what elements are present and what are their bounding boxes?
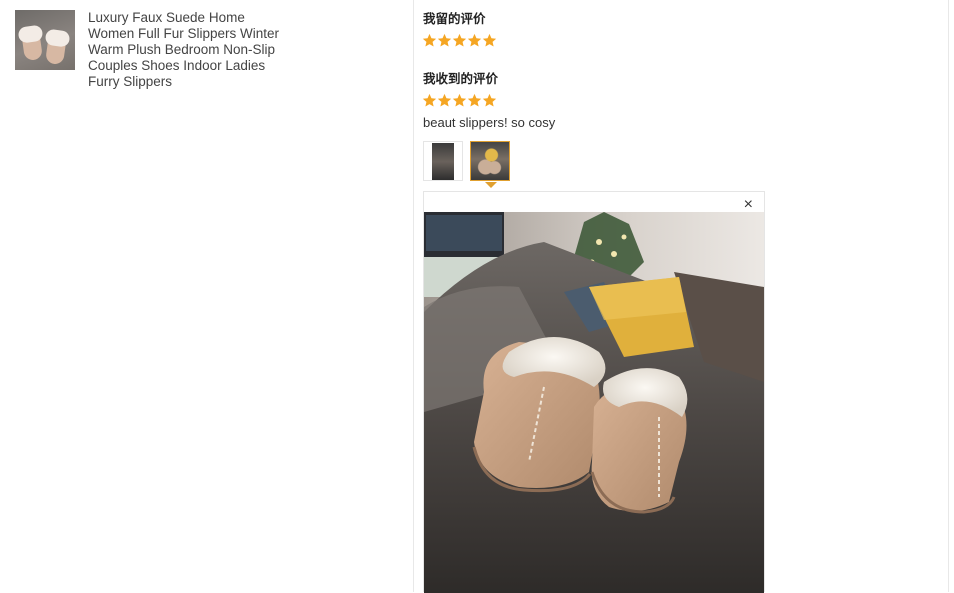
star-icon bbox=[437, 93, 452, 107]
review-photo-1 bbox=[432, 143, 454, 180]
star-icon bbox=[452, 93, 467, 107]
product-title-link[interactable]: Luxury Faux Suede Home Women Full Fur Sl… bbox=[88, 10, 288, 90]
star-icon bbox=[467, 93, 482, 107]
my-review-stars bbox=[422, 33, 497, 48]
photo-viewer: × bbox=[423, 191, 765, 593]
star-icon bbox=[422, 33, 437, 47]
slipper-image-right bbox=[44, 32, 68, 66]
product-thumbnail[interactable] bbox=[15, 10, 75, 70]
review-photo-thumbnail-2[interactable] bbox=[470, 141, 510, 181]
column-divider bbox=[948, 0, 949, 592]
column-divider bbox=[413, 0, 414, 592]
star-icon bbox=[422, 93, 437, 107]
review-text: beaut slippers! so cosy bbox=[423, 115, 556, 130]
review-photo-large bbox=[424, 212, 764, 593]
my-review-label: 我留的评价 bbox=[423, 12, 486, 26]
star-icon bbox=[467, 33, 482, 47]
star-icon bbox=[482, 93, 497, 107]
review-photo-thumbnail-1[interactable] bbox=[423, 141, 463, 181]
star-icon bbox=[452, 33, 467, 47]
review-photo-2 bbox=[475, 146, 505, 176]
received-review-stars bbox=[422, 93, 497, 108]
slipper-image-left bbox=[20, 28, 44, 62]
received-review-label: 我收到的评价 bbox=[423, 72, 499, 86]
slippers-on-sofa-photo bbox=[424, 212, 764, 593]
star-icon bbox=[482, 33, 497, 47]
star-icon bbox=[437, 33, 452, 47]
selected-photo-indicator bbox=[485, 182, 497, 188]
